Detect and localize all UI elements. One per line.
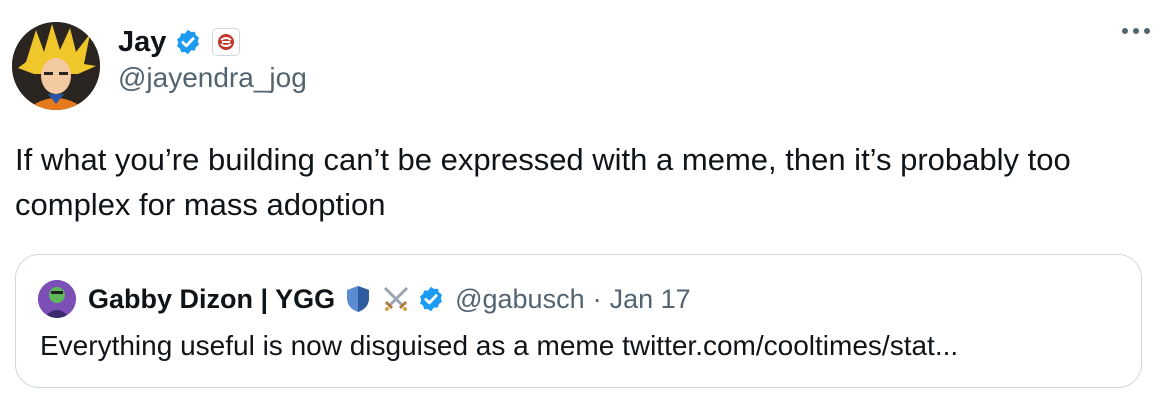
quoted-author-handle: @gabusch — [455, 283, 585, 314]
quoted-tweet-header: Gabby Dizon | YGG @gabusch · Jan 17 — [38, 280, 691, 318]
quoted-verified-badge-icon — [417, 285, 445, 313]
shield-emoji-icon — [343, 284, 373, 314]
quoted-tweet-text: Everything useful is now disguised as a … — [40, 330, 959, 361]
quoted-tweet[interactable]: Gabby Dizon | YGG @gabusch · Jan 17 Ever… — [15, 254, 1142, 388]
quoted-author-name: Gabby Dizon | YGG — [88, 283, 336, 314]
quoted-tweet-date: Jan 17 — [609, 283, 691, 314]
dot — [1144, 28, 1150, 34]
dot — [1122, 28, 1128, 34]
verified-badge-icon[interactable] — [174, 28, 202, 56]
more-options-icon[interactable] — [1122, 28, 1150, 34]
tweet-text: If what you’re building can’t be express… — [15, 142, 1071, 222]
crossed-swords-emoji-icon — [381, 284, 411, 314]
quoted-author-avatar — [38, 280, 76, 318]
author-name-row: Jay — [118, 22, 241, 62]
avatar-image — [12, 22, 100, 110]
author-name[interactable]: Jay — [118, 26, 166, 59]
separator-dot: · — [592, 283, 602, 314]
affiliate-logo-icon[interactable] — [212, 28, 241, 56]
dot — [1133, 28, 1139, 34]
author-avatar[interactable] — [12, 22, 100, 110]
author-handle[interactable]: @jayendra_jog — [118, 62, 307, 94]
